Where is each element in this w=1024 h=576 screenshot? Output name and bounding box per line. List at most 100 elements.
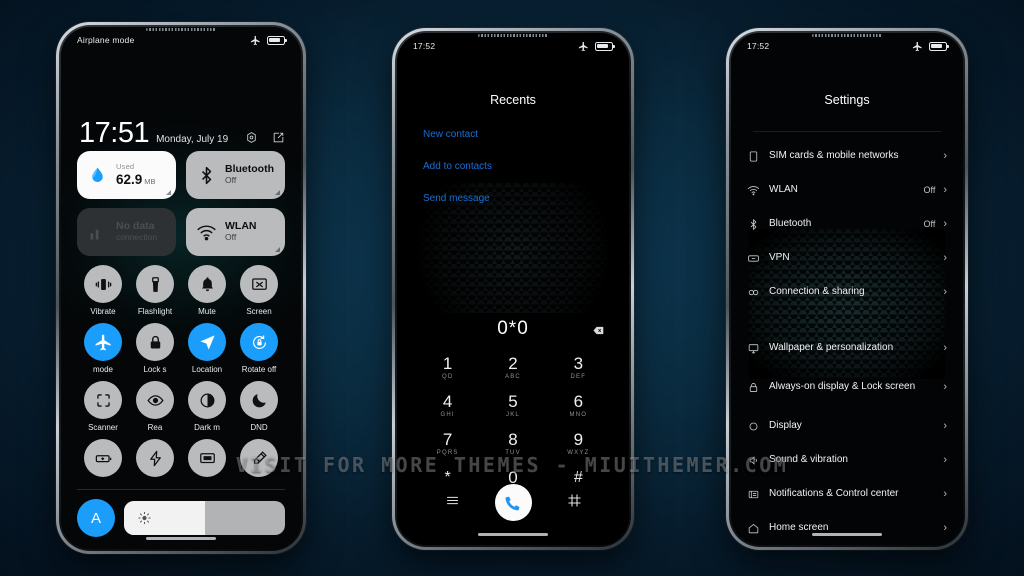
toggle-screen-cast[interactable]: Screen [233, 265, 285, 316]
battery-plus-icon [84, 439, 122, 477]
battery-icon [929, 41, 949, 51]
bluetooth-icon [747, 218, 769, 231]
toggle-rotate-off[interactable]: Rotate off [233, 323, 285, 374]
brightness-row: A [77, 499, 285, 537]
settings-item-home-screen[interactable]: Home screen › [731, 511, 963, 545]
settings-item-label: Bluetooth [769, 218, 812, 229]
tile-data-usage[interactable]: Used 62.9 MB [77, 151, 176, 199]
status-clock: 17:52 [747, 41, 770, 51]
phone3-bezel: 17:52 Settings SIM cards & mobile networ… [729, 31, 965, 547]
settings-item-bluetooth[interactable]: Bluetooth Off › [731, 207, 963, 241]
dialpad-key-2[interactable]: 2 ABC [480, 355, 545, 381]
edit-icon[interactable] [272, 131, 285, 144]
settings-item-sound-vibration[interactable]: Sound & vibration › [731, 443, 963, 477]
dialpad-key-8[interactable]: 8 TUV [480, 430, 545, 457]
toggle-scanner[interactable]: Scanner [77, 381, 129, 432]
chevron-right-icon: › [943, 217, 947, 230]
settings-item-label: Always-on display & Lock screen [769, 381, 916, 392]
dialpad-key-7[interactable]: 7 PQRS [415, 431, 480, 457]
toggle-label: Location [191, 365, 223, 374]
dialpad-key-4[interactable]: 4 GHI [415, 392, 480, 419]
settings-item-always-on-display[interactable]: Always-on display & Lock screen › [731, 365, 963, 409]
dialpad-key-3[interactable]: 3 DEF [546, 354, 611, 381]
key-letters: TUV [505, 450, 521, 456]
chevron-right-icon: › [943, 380, 947, 393]
key-digit: 8 [508, 430, 518, 449]
toggle-label: mode [92, 365, 113, 374]
settings-item-display[interactable]: Display › [731, 409, 963, 443]
phone3-screen: 17:52 Settings SIM cards & mobile networ… [731, 33, 963, 545]
tile-resize-corner[interactable] [275, 190, 280, 195]
settings-list: SIM cards & mobile networks › WLAN Off ›… [731, 139, 963, 535]
toggle-reading-mode[interactable]: Rea [129, 381, 181, 432]
tile-resize-corner[interactable] [166, 190, 171, 195]
tile-bluetooth[interactable]: Bluetooth Off [186, 151, 285, 199]
dialpad-key-6[interactable]: 6 MNO [546, 392, 611, 419]
link-add-to-contacts[interactable]: Add to contacts [423, 161, 492, 172]
sun-icon [138, 511, 151, 525]
key-digit: 4 [442, 392, 453, 411]
share-icon [747, 286, 769, 299]
settings-item-wallpaper[interactable]: Wallpaper & personalization › [731, 331, 963, 365]
toggle-location[interactable]: Location [181, 323, 233, 374]
chevron-right-icon: › [943, 419, 947, 432]
lock-icon [747, 381, 769, 394]
toggle-flashlight[interactable]: Flashlight [129, 265, 181, 316]
dialpad-key-1[interactable]: 1 QD [415, 355, 480, 381]
settings-item-notifications[interactable]: Notifications & Control center › [731, 477, 963, 511]
tile-mobile-data[interactable]: No data connection [77, 208, 176, 256]
toggle-row-1: Vibrate Flashlight Mute Screen [77, 265, 285, 316]
toggle-theme[interactable]: Theme [233, 439, 285, 481]
bluetooth-icon [196, 165, 217, 186]
toggle-mute[interactable]: Mute [181, 265, 233, 316]
tile-resize-corner[interactable] [275, 247, 280, 252]
settings-item-label: Notifications & Control center [769, 488, 899, 499]
key-digit: 6 [573, 392, 584, 411]
toggle-label: Vibrate [90, 307, 116, 316]
keypad-icon[interactable] [567, 493, 582, 513]
settings-item-wlan[interactable]: WLAN Off › [731, 173, 963, 207]
auto-brightness-button[interactable]: A [77, 499, 115, 537]
wifi-icon [747, 184, 769, 197]
moon-icon [240, 381, 278, 419]
key-letters: DEF [570, 374, 587, 380]
key-digit: 3 [573, 354, 584, 373]
call-button[interactable] [494, 484, 532, 521]
settings-item-sim-cards[interactable]: SIM cards & mobile networks › [731, 139, 963, 173]
airplane-icon [912, 41, 922, 51]
toggle-airplane-mode[interactable]: mode [77, 323, 129, 374]
earpiece-grille [478, 34, 548, 37]
toggle-lock-screen[interactable]: Lock s [129, 323, 181, 374]
bluetooth-state: Off [225, 175, 237, 186]
sound-icon [747, 454, 769, 467]
link-send-message[interactable]: Send message [423, 193, 492, 204]
menu-icon[interactable] [445, 493, 460, 513]
display-icon [747, 420, 769, 433]
screenshot-stage: Airplane mode 17:51 Monday, July 19 Used… [0, 0, 1024, 576]
backspace-icon[interactable] [592, 323, 605, 341]
page-title: Settings [824, 93, 870, 107]
toggle-dark-mode[interactable]: Dark m [181, 381, 233, 432]
phone-device-settings: 17:52 Settings SIM cards & mobile networ… [726, 28, 968, 550]
battery-icon [595, 41, 615, 51]
screen-cast-icon [240, 265, 278, 303]
settings-item-connection-sharing[interactable]: Connection & sharing › [731, 275, 963, 309]
big-tile-row-1: Used 62.9 MB Bluetooth Off [77, 151, 285, 199]
settings-item-label: Connection & sharing [769, 286, 865, 297]
tile-wlan[interactable]: WLAN Off [186, 208, 285, 256]
clock-time: 17:51 [79, 117, 150, 149]
dialpad-key-5[interactable]: 5 JKL [480, 393, 545, 419]
toggle-power[interactable]: Power [129, 439, 181, 481]
link-new-contact[interactable]: New contact [423, 129, 492, 140]
toggle-battery-saver[interactable]: Battery saver [77, 439, 129, 481]
settings-item-vpn[interactable]: VPN › [731, 241, 963, 275]
toggle-dnd[interactable]: DND [233, 381, 285, 432]
contrast-icon [188, 381, 226, 419]
toggle-vibrate[interactable]: Vibrate [77, 265, 129, 316]
dialpad-key-9[interactable]: 9 WXYZ [546, 431, 611, 457]
toggle-cast[interactable]: Cast [181, 439, 233, 481]
brightness-slider[interactable] [124, 501, 285, 535]
settings-gear-icon[interactable] [245, 131, 258, 144]
mobile-data-state: connection [116, 232, 158, 243]
toggle-label: Dark m [194, 423, 220, 432]
